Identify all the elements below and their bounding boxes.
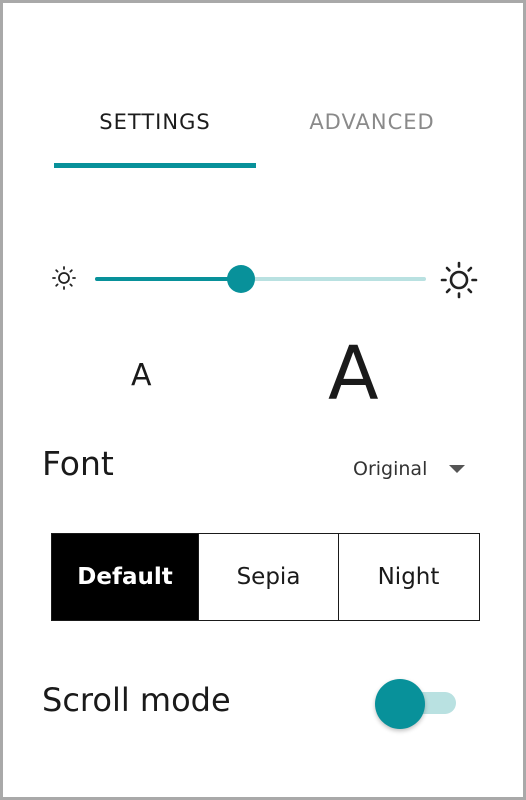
reader-settings-panel: SETTINGS ADVANCED A A Font Original Defa… <box>0 0 526 800</box>
theme-selector: Default Sepia Night <box>51 533 480 621</box>
increase-font-size-button[interactable]: A <box>328 337 379 411</box>
tab-settings[interactable]: SETTINGS <box>54 105 256 139</box>
theme-sepia-button[interactable]: Sepia <box>198 534 338 620</box>
font-dropdown[interactable]: Original <box>353 455 466 483</box>
decrease-font-size-button[interactable]: A <box>131 361 152 391</box>
dropdown-arrow-icon <box>449 465 466 473</box>
brightness-slider-fill <box>95 277 241 281</box>
font-dropdown-value: Original <box>353 458 428 480</box>
scroll-mode-label: Scroll mode <box>42 681 231 719</box>
brightness-slider-thumb[interactable] <box>227 265 255 293</box>
brightness-high-icon <box>440 261 478 299</box>
tab-advanced[interactable]: ADVANCED <box>271 105 473 139</box>
theme-night-button[interactable]: Night <box>338 534 478 620</box>
scroll-mode-toggle[interactable] <box>372 676 458 729</box>
scroll-mode-toggle-thumb <box>375 679 425 729</box>
theme-default-button[interactable]: Default <box>52 534 198 620</box>
font-label: Font <box>42 444 114 483</box>
brightness-low-icon <box>52 266 76 290</box>
brightness-slider[interactable] <box>95 259 426 299</box>
tab-active-indicator <box>54 163 256 168</box>
